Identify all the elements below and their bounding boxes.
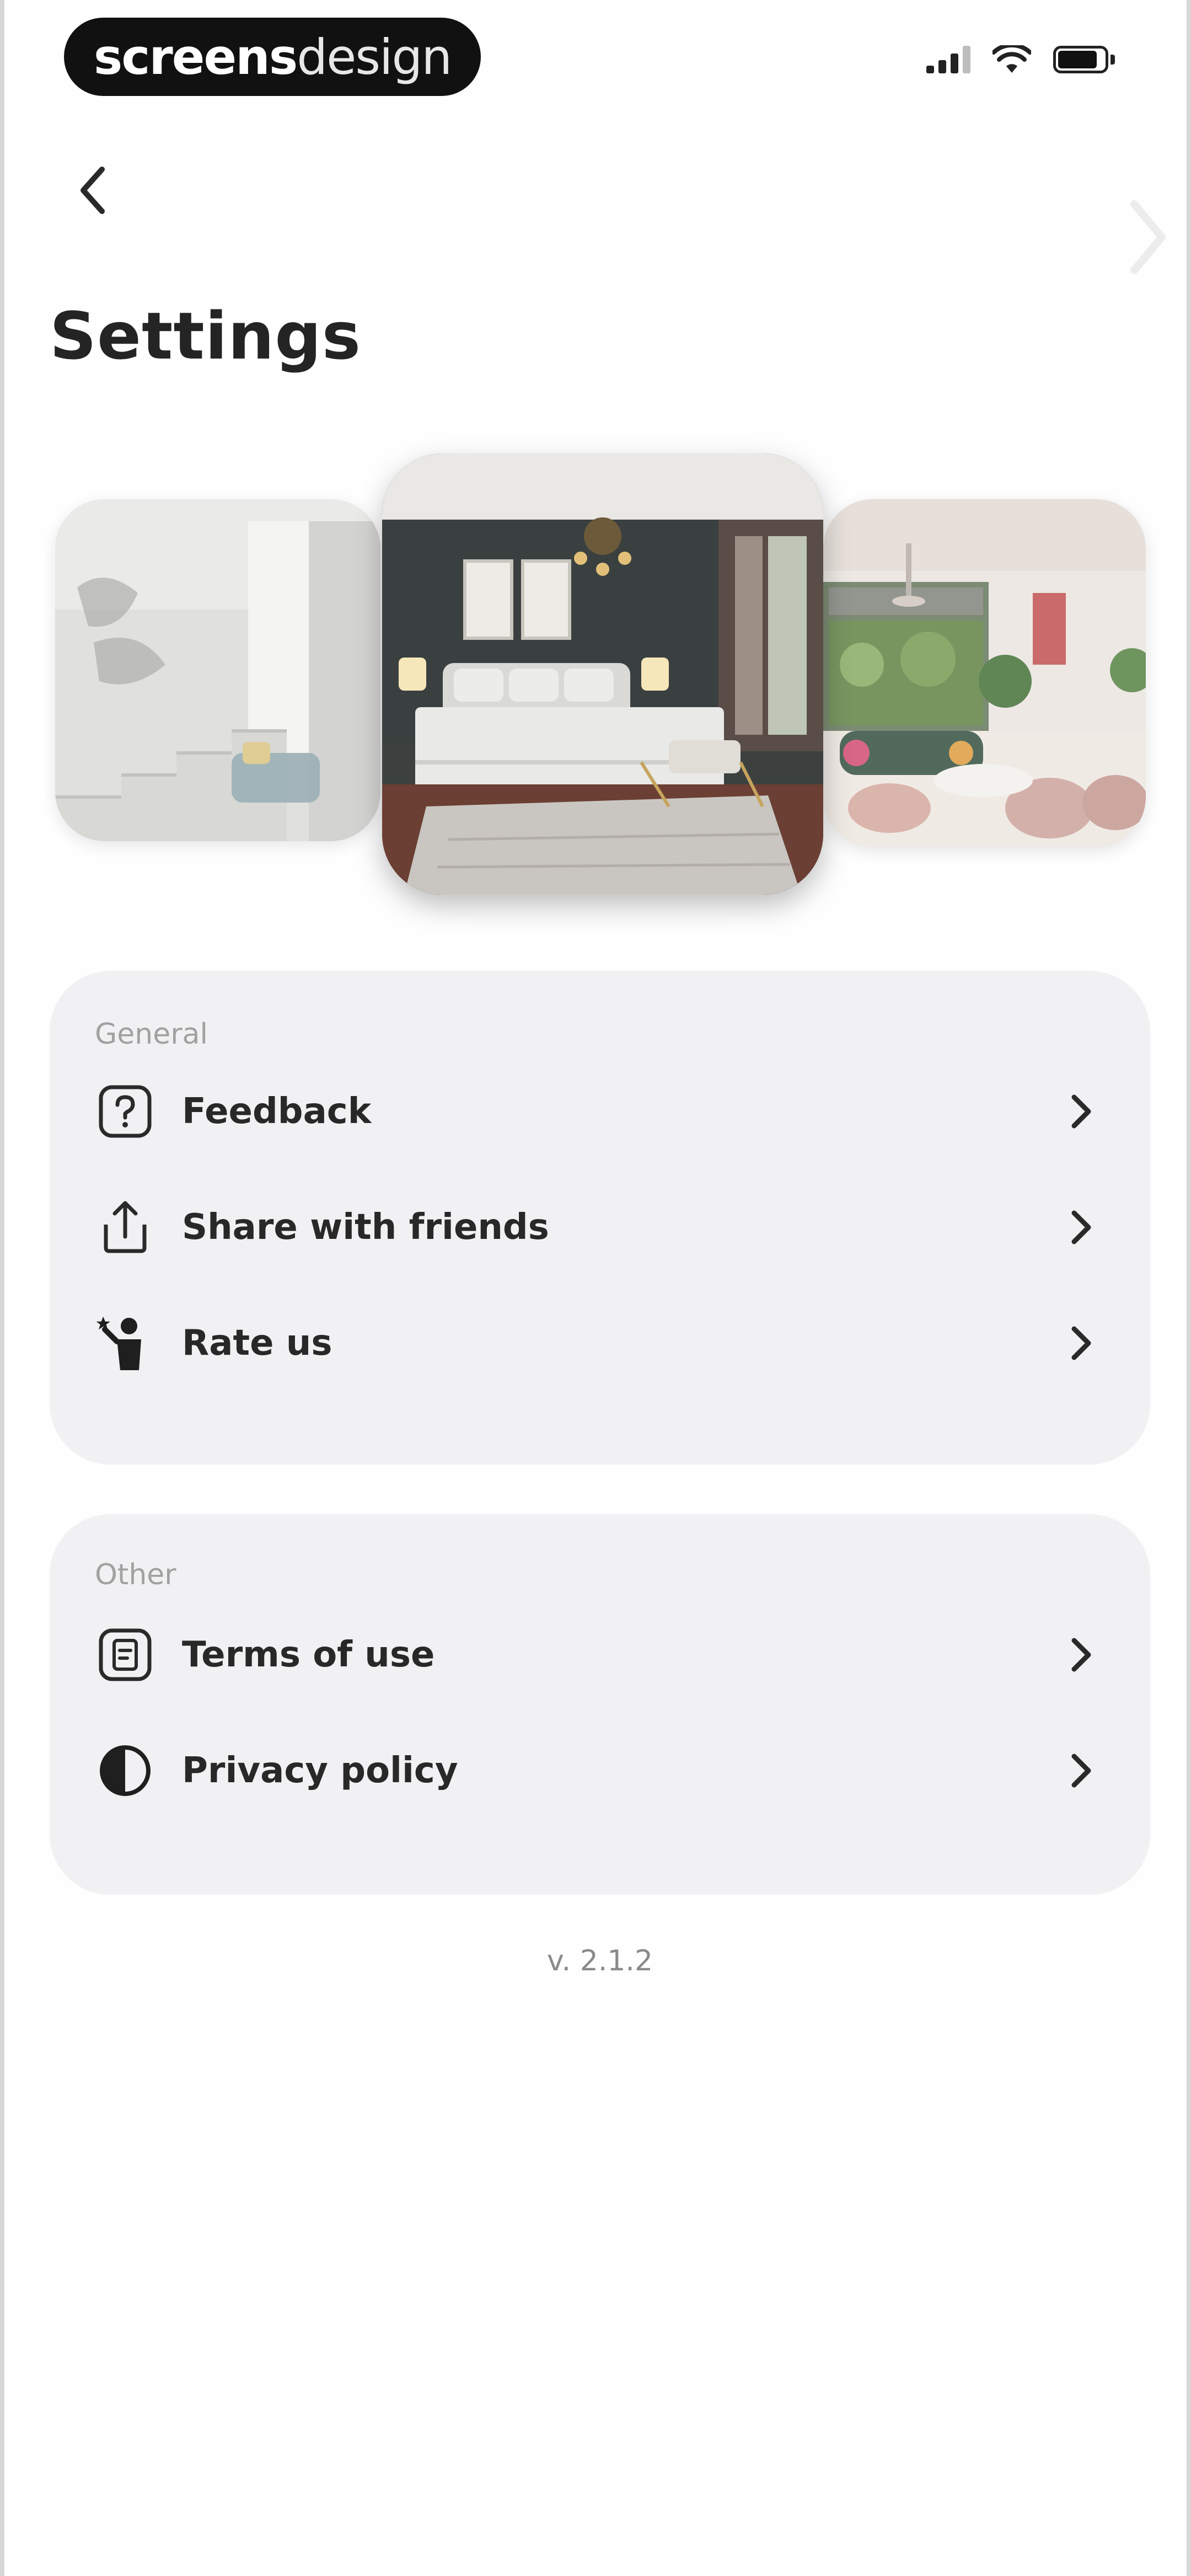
share-row[interactable]: Share with friends	[50, 1178, 1150, 1277]
share-icon	[95, 1197, 155, 1258]
terms-of-use-label: Terms of use	[182, 1634, 435, 1675]
document-icon	[95, 1624, 155, 1685]
general-section-label: General	[95, 1018, 208, 1051]
other-section-label: Other	[95, 1558, 176, 1591]
wifi-icon	[993, 45, 1031, 73]
half-circle-icon	[95, 1740, 155, 1801]
question-square-icon	[95, 1081, 155, 1142]
signal-icon	[926, 46, 970, 73]
chevron-right-icon	[1071, 1754, 1091, 1788]
privacy-policy-row[interactable]: Privacy policy	[50, 1721, 1150, 1820]
app-frame: screensdesign Settings General Feedback …	[0, 0, 1191, 2576]
app-version: v. 2.1.2	[546, 1944, 653, 1978]
chevron-right-icon	[1071, 1638, 1091, 1672]
chevron-right-icon	[1071, 1094, 1091, 1129]
carousel-card-bedroom[interactable]	[382, 453, 823, 895]
general-settings-group: General Feedback Share with friends Rate…	[50, 971, 1150, 1465]
carousel-card-staircase[interactable]	[55, 499, 380, 841]
brand-logo: screensdesign	[64, 18, 481, 96]
terms-of-use-row[interactable]: Terms of use	[50, 1605, 1150, 1704]
chevron-left-icon	[81, 167, 105, 214]
back-button[interactable]	[65, 160, 120, 221]
rate-icon	[95, 1313, 155, 1373]
rate-us-row[interactable]: Rate us	[50, 1294, 1150, 1393]
privacy-policy-label: Privacy policy	[182, 1750, 458, 1791]
chevron-right-icon	[1071, 1326, 1091, 1360]
rate-us-label: Rate us	[182, 1323, 332, 1364]
carousel-card-living-room[interactable]	[823, 499, 1146, 847]
feedback-row[interactable]: Feedback	[50, 1062, 1150, 1161]
brand-text: screensdesign	[93, 28, 452, 85]
feedback-label: Feedback	[182, 1091, 372, 1132]
brand-text-bold: screens	[93, 28, 298, 85]
chevron-right-icon	[1071, 1210, 1091, 1244]
page-title: Settings	[50, 298, 361, 374]
chevron-right-faint-icon	[1130, 200, 1166, 274]
status-icons	[926, 45, 1115, 74]
battery-icon	[1053, 46, 1115, 73]
other-settings-group: Other Terms of use Privacy policy	[50, 1514, 1150, 1895]
living-room-image	[823, 499, 1146, 847]
staircase-room-image	[55, 499, 380, 841]
share-label: Share with friends	[182, 1207, 549, 1248]
bedroom-image	[382, 453, 823, 895]
brand-text-light: design	[297, 28, 452, 85]
